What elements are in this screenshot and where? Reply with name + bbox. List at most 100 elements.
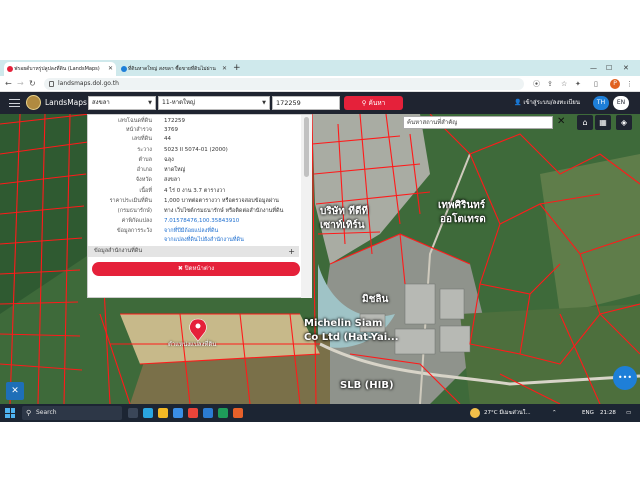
info-row: ตำบล ฉลุง (138, 157, 174, 163)
close-icon[interactable]: ✕ (557, 115, 565, 128)
login-link[interactable]: 👤 เข้าสู่ระบบ/ลงทะเบียน (514, 92, 580, 114)
tab-second[interactable]: ที่ดินหาดใหญ่ สงขลา ซื้อขายที่ดินไม่ผ่าน… (118, 62, 230, 76)
coordinates-link[interactable]: 7.01578476,100.35843910 (164, 217, 239, 226)
address-bar-row: ← → ↻ landsmaps.dol.go.th ⦿ ⇪ ☆ ✦ ▯ P ⋮ (0, 76, 640, 92)
notification-icon[interactable]: ▭ (626, 404, 631, 422)
lang-th-button[interactable]: TH (593, 96, 609, 110)
new-tab-button[interactable]: + (233, 62, 241, 74)
landsmaps-logo (26, 95, 41, 110)
tray-chevron-icon[interactable]: ⌃ (552, 404, 557, 422)
close-icon[interactable]: ✕ (108, 62, 113, 76)
district-select[interactable]: 11-หาดใหญ่ ▼ (158, 96, 270, 110)
minimize-icon[interactable]: — (590, 62, 597, 74)
menu-dots-icon[interactable]: ⋮ (626, 79, 633, 89)
tab-label: ฟรอยด์บาหรู่ปลูปลงที่ดิน (LandsMaps) (14, 66, 100, 72)
profile-avatar[interactable]: P (610, 79, 620, 89)
info-row: เลขที่ดิน 44 (132, 136, 171, 142)
weather-icon[interactable] (470, 408, 480, 418)
back-icon[interactable]: ← (5, 78, 12, 90)
province-value: สงขลา (92, 99, 110, 106)
chrome-icon[interactable] (188, 408, 198, 418)
info-row: ข้อมูลการระวัง จากที่ปีมีถ้อยแปลงที่ดิน (116, 227, 219, 236)
task-view-icon[interactable] (128, 408, 138, 418)
url-text: landsmaps.dol.go.th (58, 80, 119, 87)
home-icon[interactable]: ⌂ (577, 115, 593, 130)
store-icon[interactable] (173, 408, 183, 418)
tab-label: ที่ดินหาดใหญ่ สงขลา ซื้อขายที่ดินไม่ผ่าน (128, 66, 216, 72)
map-view[interactable]: บริษัท ทีดีที เซาท์เทิร์น เทพศิรินทร์ ออ… (0, 114, 640, 404)
info-row: หน้าสำรวจ 3769 (125, 127, 178, 133)
maximize-icon[interactable]: ☐ (606, 62, 612, 74)
browser-window: ฟรอยด์บาหรู่ปลูปลงที่ดิน (LandsMaps) ✕ ท… (0, 60, 640, 422)
map-label: เซาท์เทิร์น (320, 220, 365, 231)
map-label: Co Ltd (Hat-Yai... (304, 332, 399, 343)
language-indicator[interactable]: ENG (582, 404, 594, 422)
map-label: ออโตเทรด (440, 214, 486, 225)
province-select[interactable]: สงขลา ▼ (88, 96, 156, 110)
grid-layer-icon[interactable]: ▦ (595, 115, 611, 130)
user-icon: 👤 (514, 99, 524, 106)
close-window-button[interactable]: ✖ ปิดหน้าต่าง (92, 262, 300, 276)
weather-text[interactable]: 27°C มีเมฆส่วนใ... (484, 404, 531, 422)
windows-start-icon[interactable] (5, 408, 15, 418)
windows-taskbar: ⚲ Search 27°C มีเมฆส่วนใ... ⌃ ENG 21:28 ▭ (0, 404, 640, 422)
landsmaps-favicon-icon (7, 66, 13, 72)
chevron-down-icon: ▼ (262, 100, 266, 106)
site-favicon-icon (121, 66, 127, 72)
land-office-section[interactable]: ข้อมูลสำนักงานที่ดิน + (88, 246, 299, 257)
expand-plus-icon[interactable]: + (288, 246, 295, 257)
tab-landsmaps[interactable]: ฟรอยด์บาหรู่ปลูปลงที่ดิน (LandsMaps) ✕ (4, 62, 116, 76)
info-row: จากแปลงที่ดินไปยังสำนักงานที่ดิน (88, 236, 313, 245)
info-row: ค่าพิกัดแปลง 7.01578476,100.35843910 (121, 217, 240, 226)
tab-strip: ฟรอยด์บาหรู่ปลูปลงที่ดิน (LandsMaps) ✕ ท… (0, 60, 640, 76)
layers-icon[interactable]: ◈ (616, 115, 632, 130)
directions-link[interactable]: จากที่ปีมีถ้อยแปลงที่ดิน (164, 227, 218, 236)
parcel-number-input[interactable]: 172259 (272, 96, 340, 110)
edge-icon[interactable] (143, 408, 153, 418)
address-bar[interactable]: landsmaps.dol.go.th (44, 78, 524, 90)
map-label: เทพศิรินทร์ (438, 200, 486, 211)
panel-scrollbar[interactable] (301, 115, 312, 298)
word-icon[interactable] (203, 408, 213, 418)
search-icon: ⚲ (361, 99, 369, 107)
app-icon[interactable] (233, 408, 243, 418)
section-label: ข้อมูลสำนักงานที่ดิน (94, 248, 143, 254)
more-options-fab[interactable]: ••• (613, 366, 637, 390)
file-explorer-icon[interactable] (158, 408, 168, 418)
scroll-thumb[interactable] (304, 117, 309, 177)
info-row: อำเภอ หาดใหญ่ (136, 167, 186, 173)
district-value: 11-หาดใหญ่ (162, 99, 196, 106)
info-row: เนื้อที่ 4 ไร่ 0 งาน 3.7 ตารางวา (139, 188, 226, 194)
bookmark-star-icon[interactable]: ☆ (561, 79, 567, 89)
app-header: LandsMaps สงขลา ▼ 11-หาดใหญ่ ▼ 172259 ⚲ … (0, 92, 640, 114)
map-label: SLB (HIB) (340, 380, 394, 391)
forward-icon[interactable]: → (17, 78, 24, 90)
info-row: ราคาประเมินที่ดิน 1,000 บาทต่อตารางวา หรื… (109, 198, 279, 204)
reload-icon[interactable]: ↻ (29, 78, 36, 90)
parcel-pin-label: ตำแหน่งแปลงที่ดิน (168, 341, 217, 348)
map-label: บริษัท ทีดีที (320, 206, 369, 217)
search-icon: ⚲ (26, 409, 32, 417)
place-search-input[interactable]: ค้นหาสถานที่สำคัญ (403, 116, 553, 129)
map-label: Michelin Siam (304, 318, 383, 329)
directions-office-link[interactable]: จากแปลงที่ดินไปยังสำนักงานที่ดิน (164, 236, 244, 245)
info-row: (กรมธนารักษ์) ทาง เว็บไซต์กรมธนารักษ์ หรื… (117, 208, 284, 214)
share-icon[interactable]: ⇪ (547, 79, 553, 89)
measure-tool-icon[interactable]: ✕ (6, 382, 24, 400)
sidepanel-icon[interactable]: ▯ (594, 79, 598, 89)
window-close-icon[interactable]: ✕ (623, 62, 629, 74)
location-icon[interactable]: ⦿ (533, 79, 540, 89)
taskbar-search[interactable]: ⚲ Search (22, 406, 122, 420)
chevron-down-icon: ▼ (148, 100, 152, 106)
excel-icon[interactable] (218, 408, 228, 418)
info-row: ระวาง 5023 II 5074-01 (2000) (137, 147, 228, 153)
search-button[interactable]: ⚲ ค้นหา (344, 96, 403, 110)
brand-name: LandsMaps (45, 98, 87, 107)
lang-en-button[interactable]: EN (613, 96, 629, 110)
info-row: จังหวัด สงขลา (135, 177, 181, 183)
close-icon[interactable]: ✕ (222, 62, 227, 76)
extensions-icon[interactable]: ✦ (575, 79, 581, 89)
lock-icon (49, 81, 54, 87)
hamburger-menu-icon[interactable] (9, 99, 20, 107)
clock[interactable]: 21:28 (600, 404, 616, 422)
